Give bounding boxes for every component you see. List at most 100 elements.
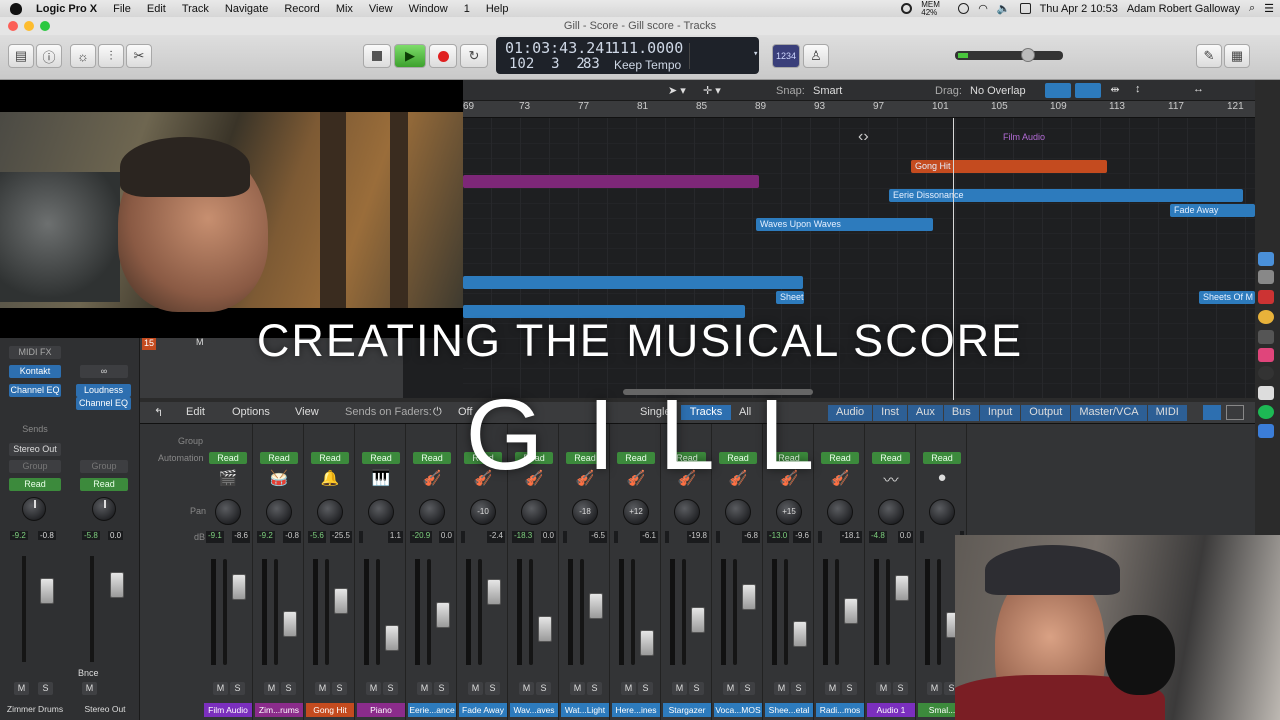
strip-name[interactable]: Gong Hit bbox=[306, 703, 354, 717]
region-purple[interactable] bbox=[463, 175, 759, 188]
master-volume-slider[interactable] bbox=[955, 48, 1063, 62]
pointer-tool-icon[interactable]: ➤ ▾ bbox=[668, 84, 686, 97]
solo-button[interactable]: S bbox=[38, 682, 53, 695]
volume-fader[interactable] bbox=[40, 578, 54, 604]
volume-knob-icon[interactable] bbox=[1021, 48, 1035, 62]
strip-name[interactable]: Radi...mos bbox=[816, 703, 864, 717]
volume-fader[interactable] bbox=[487, 579, 501, 605]
volume-fader[interactable] bbox=[538, 616, 552, 642]
pan-knob-2[interactable] bbox=[92, 497, 116, 521]
solo-button[interactable]: S bbox=[740, 682, 755, 695]
region-waves-upon-waves[interactable]: Waves Upon Waves bbox=[756, 218, 933, 231]
cycle-button[interactable]: ↻ bbox=[460, 44, 488, 68]
volume-fader[interactable] bbox=[793, 621, 807, 647]
mute-button[interactable]: M bbox=[14, 682, 29, 695]
record-status-icon[interactable] bbox=[901, 3, 913, 14]
pan-knob[interactable] bbox=[725, 499, 751, 525]
menu-help[interactable]: Help bbox=[478, 3, 517, 15]
record-button[interactable] bbox=[429, 44, 457, 68]
strip-name[interactable]: Voca...MOS bbox=[714, 703, 762, 717]
mixer-button[interactable]: ⫶ bbox=[98, 44, 124, 68]
fit-horizontal-icon[interactable]: ⇹ bbox=[1105, 83, 1125, 98]
solo-button[interactable]: S bbox=[893, 682, 908, 695]
strip-name[interactable]: Piano bbox=[357, 703, 405, 717]
pan-knob[interactable] bbox=[215, 499, 241, 525]
volume-fader[interactable] bbox=[589, 593, 603, 619]
mute-button[interactable]: M bbox=[315, 682, 330, 695]
volume-fader[interactable] bbox=[232, 574, 246, 600]
mute-button[interactable]: M bbox=[876, 682, 891, 695]
airplay-icon[interactable] bbox=[1019, 3, 1031, 14]
region-fade-away[interactable]: Fade Away bbox=[1170, 204, 1255, 217]
menu-view[interactable]: View bbox=[361, 3, 401, 15]
region-blue-long[interactable] bbox=[463, 276, 803, 289]
solo-button[interactable]: S bbox=[842, 682, 857, 695]
pan-knob[interactable] bbox=[368, 499, 394, 525]
pan-knob[interactable] bbox=[674, 499, 700, 525]
menu-file[interactable]: File bbox=[105, 3, 139, 15]
pan-knob[interactable] bbox=[878, 499, 904, 525]
solo-button[interactable]: S bbox=[791, 682, 806, 695]
pan-knob[interactable] bbox=[317, 499, 343, 525]
lcd-display[interactable]: 01:03:43.241 102 3 2 83 111.0000 Keep Te… bbox=[496, 37, 759, 74]
mute-button[interactable]: M bbox=[264, 682, 279, 695]
volume-fader[interactable] bbox=[436, 602, 450, 628]
pan-knob[interactable]: -10 bbox=[470, 499, 496, 525]
mute-button[interactable]: M bbox=[213, 682, 228, 695]
time-machine-icon[interactable] bbox=[958, 3, 970, 14]
menu-track[interactable]: Track bbox=[174, 3, 217, 15]
dock-app-icon[interactable] bbox=[1258, 290, 1274, 304]
mute-button[interactable]: M bbox=[519, 682, 534, 695]
fit-vertical-button[interactable] bbox=[1075, 83, 1101, 98]
volume-icon[interactable]: 🔈 bbox=[997, 2, 1011, 15]
pan-knob[interactable] bbox=[266, 499, 292, 525]
strip-name[interactable]: Zim...rums bbox=[255, 703, 303, 717]
notepad-button[interactable]: ✎ bbox=[1196, 44, 1222, 68]
horizontal-zoom-icon[interactable]: ↔ bbox=[1193, 83, 1204, 95]
dock-app-icon[interactable] bbox=[1258, 270, 1274, 284]
memory-status[interactable]: MEM 42% bbox=[921, 0, 949, 17]
clock[interactable]: Thu Apr 2 10:53 bbox=[1040, 3, 1118, 15]
solo-button[interactable]: S bbox=[536, 682, 551, 695]
mute-button[interactable]: M bbox=[621, 682, 636, 695]
count-in-button[interactable]: 1234 bbox=[772, 44, 800, 68]
solo-button[interactable]: S bbox=[485, 682, 500, 695]
mute-button[interactable]: M bbox=[570, 682, 585, 695]
menu-record[interactable]: Record bbox=[276, 3, 327, 15]
lcd-dropdown-icon[interactable]: ▾ bbox=[753, 49, 758, 59]
library-button[interactable]: ▤ bbox=[8, 44, 34, 68]
smart-controls-button[interactable]: ☼ bbox=[70, 44, 96, 68]
solo-button[interactable]: S bbox=[689, 682, 704, 695]
mute-button-2[interactable]: M bbox=[82, 682, 97, 695]
region-sheets-of-metal[interactable]: Sheets Of M bbox=[1199, 291, 1255, 304]
movie-window[interactable] bbox=[0, 80, 463, 338]
zoom-window-icon[interactable] bbox=[40, 21, 50, 31]
pan-knob[interactable] bbox=[929, 499, 955, 525]
volume-fader[interactable] bbox=[640, 630, 654, 656]
solo-button[interactable]: S bbox=[230, 682, 245, 695]
volume-fader[interactable] bbox=[334, 588, 348, 614]
mute-button[interactable]: M bbox=[468, 682, 483, 695]
menu-edit[interactable]: Edit bbox=[139, 3, 174, 15]
mute-button[interactable]: M bbox=[672, 682, 687, 695]
solo-button[interactable]: S bbox=[383, 682, 398, 695]
wifi-icon[interactable]: ◠ bbox=[978, 2, 988, 15]
play-button[interactable]: ▶ bbox=[394, 44, 426, 68]
user-name[interactable]: Adam Robert Galloway bbox=[1127, 3, 1240, 15]
vertical-zoom-icon[interactable]: ↕ bbox=[1135, 83, 1141, 95]
strip-name[interactable]: Stargazer bbox=[663, 703, 711, 717]
mute-button[interactable]: M bbox=[927, 682, 942, 695]
pan-knob[interactable]: -18 bbox=[572, 499, 598, 525]
pan-knob[interactable] bbox=[22, 497, 46, 521]
strip-name[interactable]: Audio 1 bbox=[867, 703, 915, 717]
solo-button[interactable]: S bbox=[281, 682, 296, 695]
stop-button[interactable] bbox=[363, 44, 391, 68]
volume-fader-2[interactable] bbox=[110, 572, 124, 598]
region-eerie-dissonance[interactable]: Eerie Dissonance bbox=[889, 189, 1243, 202]
marker-nav-icon[interactable]: ‹› bbox=[858, 128, 869, 146]
menu-list-icon[interactable]: ☰ bbox=[1264, 2, 1274, 15]
strip-name[interactable]: Wav...aves bbox=[510, 703, 558, 717]
inspector-button[interactable]: ⓘ bbox=[36, 44, 62, 68]
volume-fader[interactable] bbox=[895, 575, 909, 601]
drag-select[interactable]: No Overlap bbox=[970, 85, 1026, 97]
